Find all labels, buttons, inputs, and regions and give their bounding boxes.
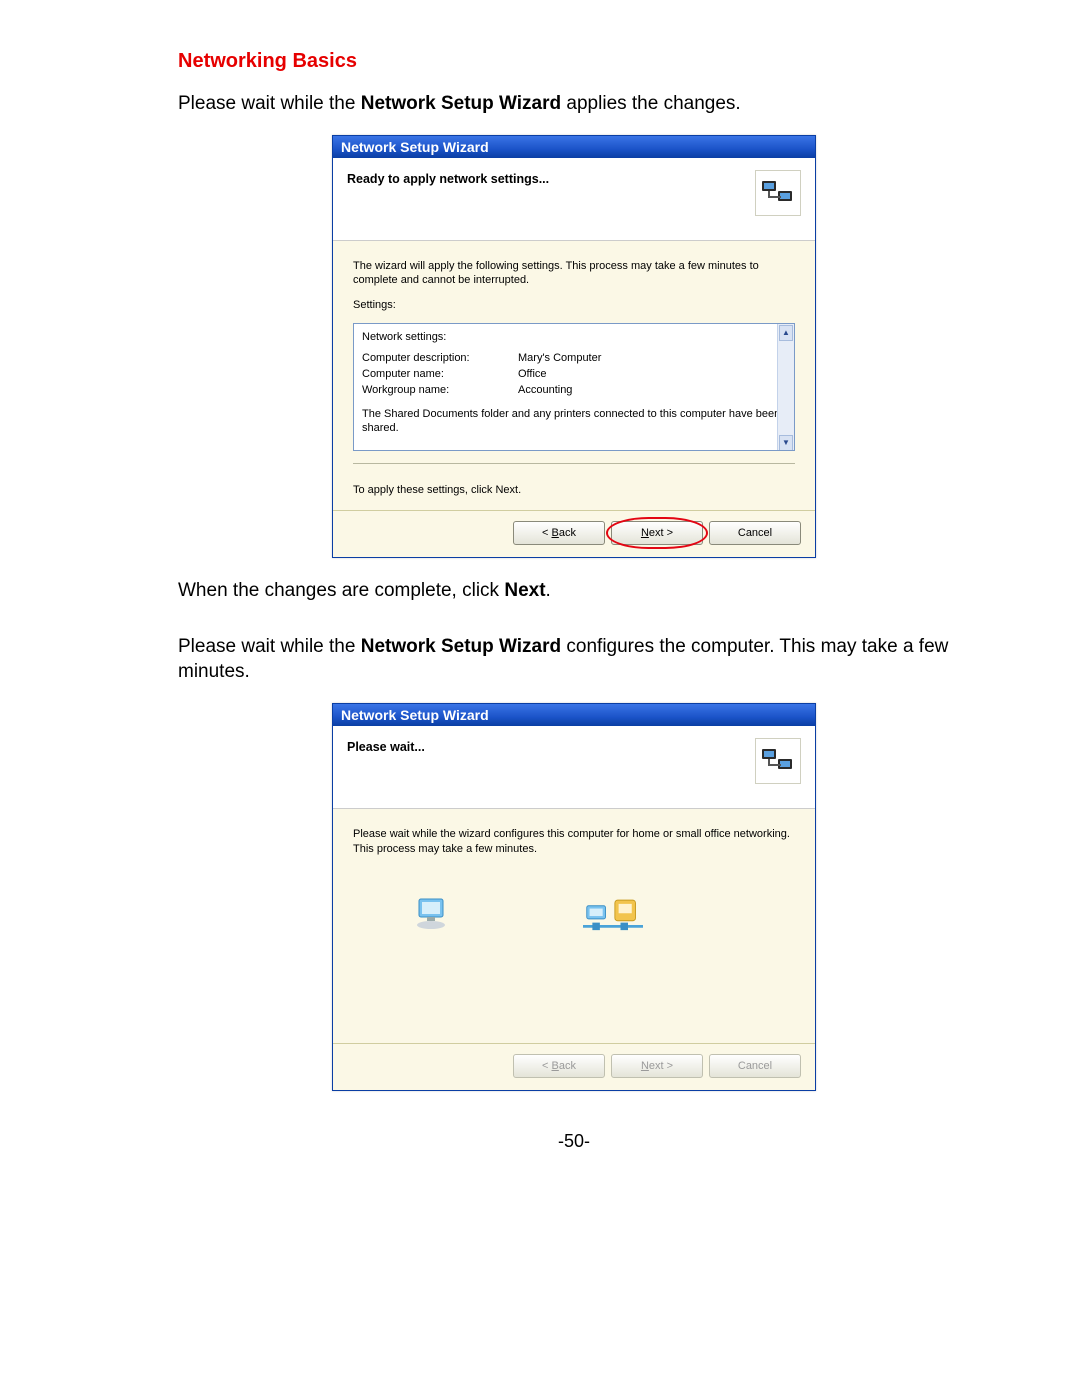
next-button: Next > — [611, 1054, 703, 1078]
network-icon — [755, 738, 801, 784]
text-bold: Network Setup Wizard — [361, 93, 561, 114]
text: . — [546, 580, 551, 601]
button-label: Cancel — [738, 527, 772, 539]
text: Please wait while the — [178, 636, 361, 657]
table-row: Computer name: Office — [362, 367, 786, 383]
button-label: Cancel — [738, 1060, 772, 1072]
network-devices-icon — [583, 887, 643, 947]
cancel-button: Cancel — [709, 1054, 801, 1078]
wizard-content: The wizard will apply the following sett… — [333, 241, 815, 481]
setting-value: Office — [518, 367, 786, 383]
button-label: Next > — [641, 527, 673, 539]
setting-value: Accounting — [518, 383, 786, 399]
next-button[interactable]: Next > — [611, 521, 703, 545]
wizard-header-title: Ready to apply network settings... — [347, 168, 549, 186]
cancel-button[interactable]: Cancel — [709, 521, 801, 545]
intro-paragraph-1: Please wait while the Network Setup Wiza… — [178, 91, 970, 117]
intro-paragraph-2: When the changes are complete, click Nex… — [178, 578, 970, 604]
setting-key: Workgroup name: — [362, 383, 518, 399]
back-button: < Back — [513, 1054, 605, 1078]
wait-animation-area — [353, 867, 795, 1037]
wizard-header: Please wait... — [333, 726, 815, 809]
scroll-up-icon[interactable]: ▲ — [779, 325, 793, 341]
scrollbar[interactable]: ▲ ▼ — [777, 324, 794, 450]
table-row: Workgroup name: Accounting — [362, 383, 786, 399]
button-label: Next > — [641, 1060, 673, 1072]
wizard-dialog-apply-settings: Network Setup Wizard Ready to apply netw… — [332, 135, 816, 559]
wizard-intro-text: Please wait while the wizard configures … — [353, 827, 795, 857]
divider — [353, 463, 795, 464]
text: When the changes are complete, click — [178, 580, 504, 601]
text: applies the changes. — [561, 93, 741, 114]
pane-heading: Network settings: — [362, 330, 786, 345]
apply-note: To apply these settings, click Next. — [333, 480, 815, 510]
section-title: Networking Basics — [178, 50, 970, 73]
setting-key: Computer description: — [362, 351, 518, 367]
wizard-button-row: < Back Next > Cancel — [333, 1043, 815, 1090]
wizard-dialog-please-wait: Network Setup Wizard Please wait... Plea… — [332, 703, 816, 1091]
wizard-intro-text: The wizard will apply the following sett… — [353, 259, 795, 289]
button-label: < Back — [542, 1060, 576, 1072]
wizard-button-row: < Back Next > Cancel — [333, 510, 815, 557]
settings-label: Settings: — [353, 298, 795, 313]
wizard-content: Please wait while the wizard configures … — [333, 809, 815, 1043]
wizard-header-title: Please wait... — [347, 736, 425, 754]
table-row: Computer description: Mary's Computer — [362, 351, 786, 367]
scroll-track[interactable] — [778, 342, 794, 434]
window-titlebar[interactable]: Network Setup Wizard — [333, 136, 815, 158]
shared-note: The Shared Documents folder and any prin… — [362, 407, 786, 437]
wizard-header: Ready to apply network settings... — [333, 158, 815, 241]
page-number: -50- — [178, 1131, 970, 1152]
back-button[interactable]: < Back — [513, 521, 605, 545]
scroll-down-icon[interactable]: ▼ — [779, 435, 793, 451]
text-bold: Network Setup Wizard — [361, 636, 561, 657]
text-bold: Next — [504, 580, 545, 601]
settings-pane: Network settings: Computer description: … — [353, 323, 795, 451]
intro-paragraph-3: Please wait while the Network Setup Wiza… — [178, 634, 970, 685]
button-label: < Back — [542, 527, 576, 539]
network-icon — [755, 170, 801, 216]
window-titlebar[interactable]: Network Setup Wizard — [333, 704, 815, 726]
computer-icon — [403, 887, 463, 947]
settings-table: Computer description: Mary's Computer Co… — [362, 351, 786, 399]
text: Please wait while the — [178, 93, 361, 114]
setting-key: Computer name: — [362, 367, 518, 383]
setting-value: Mary's Computer — [518, 351, 786, 367]
